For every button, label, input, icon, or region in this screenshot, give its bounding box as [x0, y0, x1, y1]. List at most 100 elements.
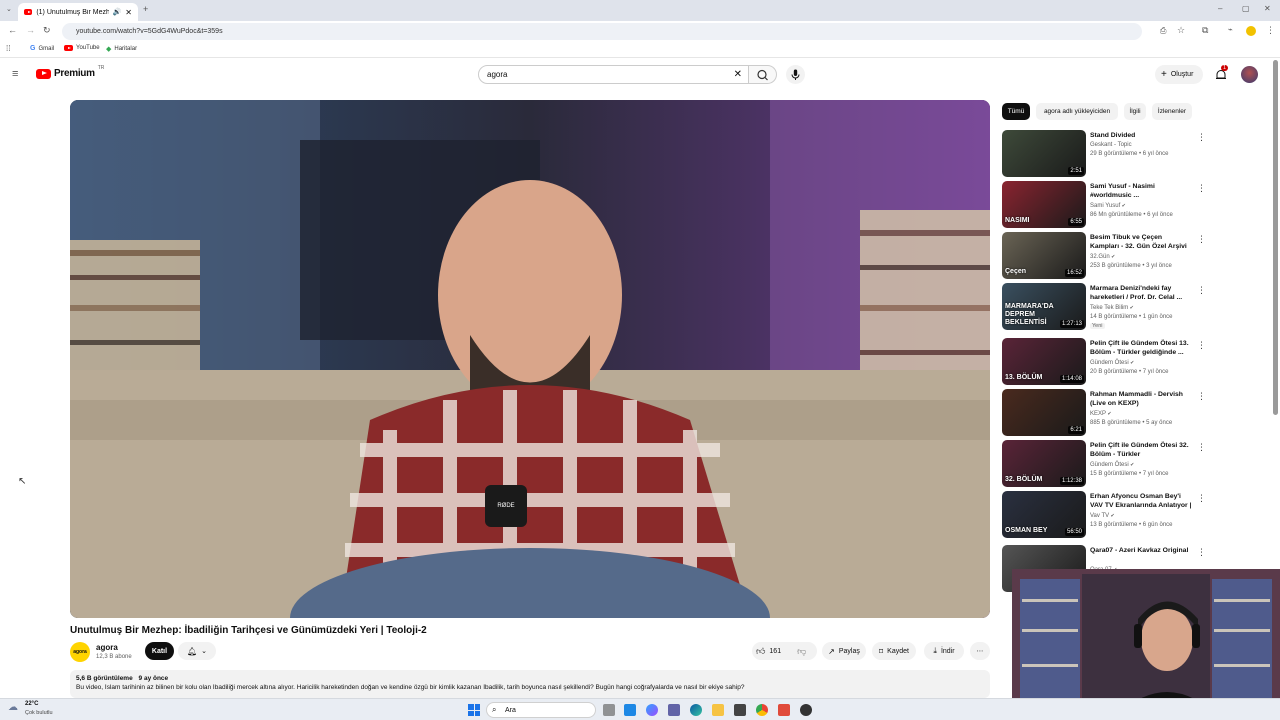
apps-grid-icon[interactable]: ⁞⁞: [6, 45, 10, 53]
more-options-icon[interactable]: ⋮: [1197, 340, 1206, 351]
recommendation-thumbnail[interactable]: NASIMI 6:55: [1002, 181, 1086, 228]
windows-start-icon[interactable]: [468, 704, 480, 716]
more-options-icon[interactable]: ⋮: [1197, 183, 1206, 194]
weather-temp[interactable]: 22°C: [25, 701, 38, 707]
taskbar-search-input[interactable]: ⌕ Ara: [486, 702, 596, 718]
recommendation-item[interactable]: 13. BÖLÜM 1:14:08 Pelin Çift ile Gündem Öt…: [1002, 338, 1212, 386]
more-options-icon[interactable]: ⋮: [1197, 442, 1206, 453]
voice-search-button[interactable]: [786, 65, 805, 84]
recommendation-channel[interactable]: Vav TV ✔: [1090, 513, 1115, 519]
restore-icon[interactable]: ▢: [1242, 5, 1250, 13]
more-options-icon[interactable]: ⋮: [1197, 547, 1206, 558]
app-tile-icon[interactable]: [778, 704, 790, 716]
recommendation-item[interactable]: 2:51 Stand Divided Geskant - Topic 29 B gör…: [1002, 130, 1212, 178]
forward-icon[interactable]: →: [26, 26, 35, 35]
clear-search-icon[interactable]: ✕: [734, 69, 742, 80]
recommendation-item[interactable]: OSMAN BEY 56:50 Erhan Afyoncu Osman Bey'i …: [1002, 491, 1212, 539]
recommendation-thumbnail[interactable]: 13. BÖLÜM 1:14:08: [1002, 338, 1086, 385]
bookmark-gmail[interactable]: G Gmail: [30, 45, 54, 52]
recommendation-thumbnail[interactable]: OSMAN BEY 56:50: [1002, 491, 1086, 538]
channel-name[interactable]: agora: [96, 643, 118, 652]
more-options-icon[interactable]: ⋮: [1197, 285, 1206, 296]
recommendation-thumbnail[interactable]: MARMARA'DA DEPREM BEKLENTİSİ 1:27:13: [1002, 283, 1086, 330]
tab-menu-icon[interactable]: ⌄: [6, 6, 12, 13]
browser-menu-icon[interactable]: ⋮: [1266, 26, 1275, 35]
search-input[interactable]: agora ✕: [478, 65, 749, 84]
share-button[interactable]: ↗ Paylaş: [822, 642, 866, 660]
description-box[interactable]: 5,6 B görüntüleme 9 ay önce Bu video, İs…: [70, 670, 990, 698]
recommendation-item[interactable]: Çeçen 16:52 Besim Tibuk ve Çeçen Kampları …: [1002, 232, 1212, 280]
browser-tab[interactable]: (1) Unutulmuş Bir Mezhep 🔊 ✕: [18, 3, 138, 21]
store-icon[interactable]: [734, 704, 746, 716]
recommendation-thumbnail[interactable]: 6:21: [1002, 389, 1086, 436]
extensions-icon[interactable]: ⧉: [1202, 26, 1208, 35]
recommendation-title[interactable]: Rahman Mammadli - Dervish (Live on KEXP): [1090, 390, 1192, 408]
new-tab-icon[interactable]: +: [143, 5, 148, 14]
chip-watched[interactable]: İzlenenler: [1152, 103, 1192, 120]
more-options-icon[interactable]: ⋮: [1197, 132, 1206, 143]
recommendation-channel[interactable]: Geskant - Topic: [1090, 142, 1132, 148]
recommendation-item[interactable]: 6:21 Rahman Mammadli - Dervish (Live on K…: [1002, 389, 1212, 437]
recommendation-item[interactable]: MARMARA'DA DEPREM BEKLENTİSİ 1:27:13 Marma…: [1002, 283, 1212, 331]
recommendation-title[interactable]: Besim Tibuk ve Çeçen Kampları - 32. Gün …: [1090, 233, 1192, 251]
install-icon[interactable]: ⎙: [1160, 27, 1166, 35]
video-player[interactable]: RØDE: [70, 100, 990, 618]
more-options-icon[interactable]: ⋮: [1197, 493, 1206, 504]
recommendation-channel[interactable]: Sami Yusuf ✔: [1090, 203, 1126, 209]
widgets-icon[interactable]: [624, 704, 636, 716]
youtube-logo[interactable]: Premium TR: [36, 65, 104, 79]
recommendation-title[interactable]: Pelin Çift ile Gündem Ötesi 32. Bölüm - …: [1090, 441, 1192, 459]
cast-icon[interactable]: ⌁: [1228, 26, 1233, 34]
recommendation-channel[interactable]: Gündem Ötesi ✔: [1090, 462, 1134, 468]
create-button[interactable]: + Oluştur: [1155, 65, 1203, 84]
recommendation-item[interactable]: 32. BÖLÜM 1:12:38 Pelin Çift ile Gündem Öt…: [1002, 440, 1212, 488]
page-scrollbar[interactable]: [1273, 60, 1278, 415]
recommendation-thumbnail[interactable]: Çeçen 16:52: [1002, 232, 1086, 279]
more-options-icon[interactable]: ⋮: [1197, 391, 1206, 402]
subscribed-bell-button[interactable]: 🔔︎ ⌄: [178, 642, 216, 660]
recommendation-channel[interactable]: 32.Gün ✔: [1090, 254, 1115, 260]
back-icon[interactable]: ←: [8, 26, 17, 35]
channel-avatar[interactable]: agora: [70, 642, 90, 662]
like-button[interactable]: 👍︎ 161: [756, 646, 781, 657]
more-options-icon[interactable]: ⋮: [1197, 234, 1206, 245]
recommendation-title[interactable]: Sami Yusuf - Nasimi #worldmusic ...: [1090, 182, 1192, 200]
search-button[interactable]: [749, 65, 777, 84]
reload-icon[interactable]: ↻: [43, 26, 51, 35]
recommendation-title[interactable]: Qara07 - Azeri Kavkaz Original: [1090, 546, 1192, 555]
close-tab-icon[interactable]: ✕: [125, 8, 132, 17]
notifications-button[interactable]: 1: [1214, 65, 1229, 82]
recommendation-title[interactable]: Pelin Çift ile Gündem Ötesi 13. Bölüm - …: [1090, 339, 1192, 357]
speaker-icon[interactable]: 🔊: [113, 8, 122, 16]
bookmark-maps[interactable]: ◆ Haritalar: [106, 45, 137, 53]
recommendation-title[interactable]: Stand Divided: [1090, 131, 1192, 140]
recommendation-channel[interactable]: KEXP ✔: [1090, 411, 1112, 417]
recommendation-thumbnail[interactable]: 32. BÖLÜM 1:12:38: [1002, 440, 1086, 487]
chip-all[interactable]: Tümü: [1002, 103, 1030, 120]
bookmark-star-icon[interactable]: ☆: [1177, 26, 1185, 35]
file-explorer-icon[interactable]: [712, 704, 724, 716]
hamburger-menu-icon[interactable]: ≡: [12, 69, 18, 80]
task-view-icon[interactable]: [603, 704, 615, 716]
join-button[interactable]: Katıl: [145, 642, 174, 660]
download-button[interactable]: ⤓ İndir: [924, 642, 964, 660]
minimize-icon[interactable]: –: [1218, 5, 1222, 13]
recommendation-title[interactable]: Erhan Afyoncu Osman Bey'i VAV TV Ekranla…: [1090, 492, 1192, 510]
app-circle-icon[interactable]: [800, 704, 812, 716]
save-button[interactable]: ⌑ Kaydet: [872, 642, 916, 660]
recommendation-item[interactable]: NASIMI 6:55 Sami Yusuf - Nasimi #worldmusi…: [1002, 181, 1212, 229]
recommendation-channel[interactable]: Teke Tek Bilim ✔: [1090, 305, 1134, 311]
user-avatar[interactable]: [1241, 66, 1258, 83]
recommendation-channel[interactable]: Gündem Ötesi ✔: [1090, 360, 1134, 366]
teams-icon[interactable]: [668, 704, 680, 716]
chip-from-uploader[interactable]: agora adlı yükleyiciden: [1036, 103, 1118, 120]
chip-related[interactable]: İlgili: [1124, 103, 1146, 120]
address-bar[interactable]: youtube.com/watch?v=5GdG4WuPdoc&t=359s: [62, 23, 1142, 40]
recommendation-thumbnail[interactable]: 2:51: [1002, 130, 1086, 177]
bookmark-youtube[interactable]: YouTube: [64, 45, 100, 51]
recommendation-title[interactable]: Marmara Denizi'ndeki fay hareketleri / P…: [1090, 284, 1192, 302]
edge-icon[interactable]: [690, 704, 702, 716]
close-window-icon[interactable]: ✕: [1264, 5, 1271, 13]
copilot-icon[interactable]: [646, 704, 658, 716]
profile-avatar[interactable]: [1246, 26, 1256, 36]
